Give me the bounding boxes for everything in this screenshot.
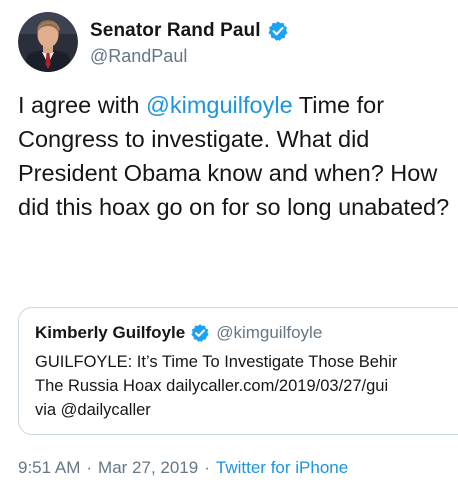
quoted-text-line: GUILFOYLE: It’s Time To Investigate Thos… — [35, 353, 398, 371]
tweet-header: Senator Rand Paul @RandPaul — [18, 12, 289, 72]
tweet-date[interactable]: Mar 27, 2019 — [98, 458, 198, 478]
author-names: Senator Rand Paul @RandPaul — [90, 18, 289, 67]
tweet-text: I agree with @kimguilfoyle Time for Cong… — [18, 88, 454, 224]
avatar[interactable] — [18, 12, 78, 72]
name-row: Senator Rand Paul — [90, 18, 289, 44]
author-handle[interactable]: @RandPaul — [90, 46, 289, 67]
tweet-meta: 9:51 AM · Mar 27, 2019 · Twitter for iPh… — [18, 458, 348, 478]
tweet: Senator Rand Paul @RandPaul I agree with… — [0, 0, 458, 486]
quoted-author-handle: @kimguilfoyle — [216, 323, 323, 342]
meta-separator: · — [204, 458, 210, 477]
author-display-name[interactable]: Senator Rand Paul — [90, 20, 261, 42]
meta-separator: · — [86, 458, 93, 477]
quoted-tweet-card[interactable]: Kimberly Guilfoyle @kimguilfoyle GUILFOY… — [18, 307, 458, 435]
quoted-tweet-text: GUILFOYLE: It’s Time To Investigate Thos… — [35, 350, 458, 422]
tweet-time[interactable]: 9:51 AM — [18, 458, 80, 478]
quoted-tweet-header: Kimberly Guilfoyle @kimguilfoyle — [35, 320, 322, 346]
portrait-avatar-icon — [18, 12, 78, 72]
quoted-text-line: via @dailycaller — [35, 401, 151, 419]
verified-badge-icon — [267, 20, 289, 42]
tweet-text-before: I agree with — [18, 92, 147, 118]
mention-link[interactable]: @kimguilfoyle — [146, 92, 293, 118]
quoted-author-name: Kimberly Guilfoyle — [35, 323, 186, 342]
quoted-text-line: The Russia Hoax dailycaller.com/2019/03/… — [35, 377, 389, 395]
tweet-source-link[interactable]: Twitter for iPhone — [216, 458, 348, 478]
verified-badge-icon — [190, 323, 210, 343]
